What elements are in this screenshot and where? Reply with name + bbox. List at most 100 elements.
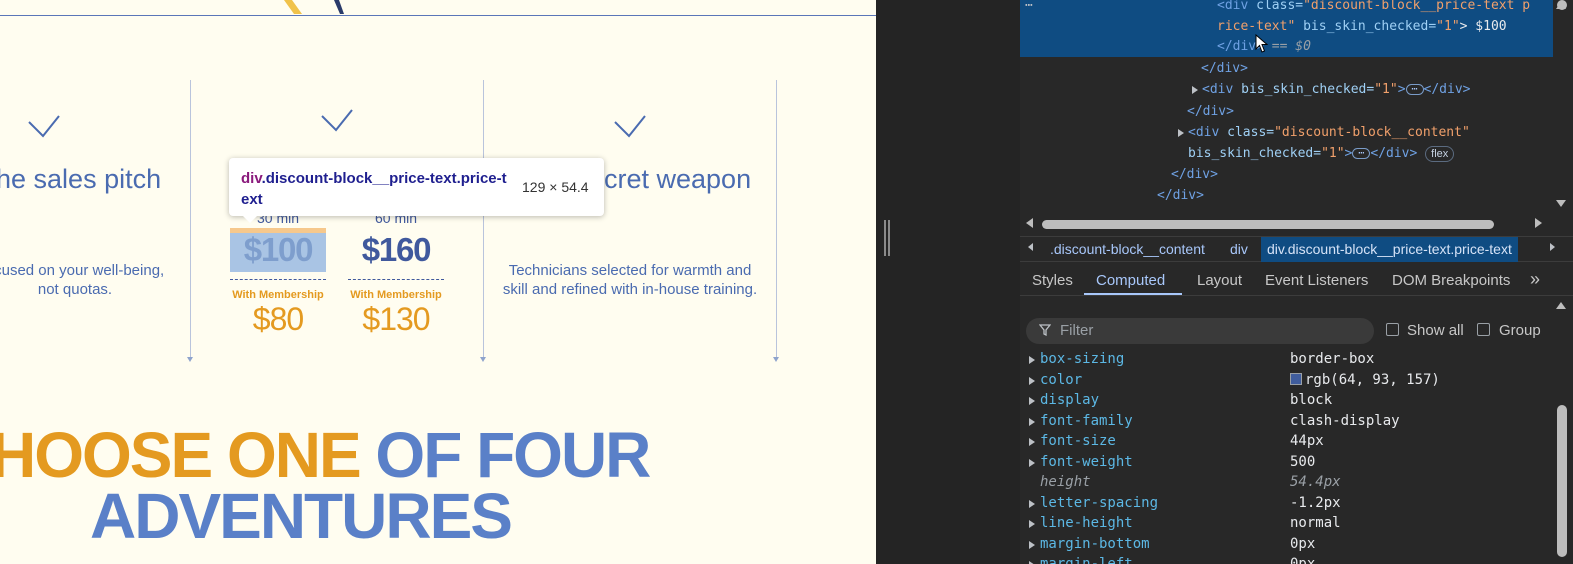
property-name: font-weight xyxy=(1040,453,1133,470)
breadcrumb: .discount-block__content div div.discoun… xyxy=(1020,236,1573,262)
property-value: rgb(64, 93, 157) xyxy=(1290,372,1440,388)
computed-property-row[interactable]: letter-spacing -1.2px xyxy=(1020,493,1553,514)
property-value: 54.4px xyxy=(1290,474,1341,490)
scrollbar-thumb[interactable] xyxy=(1557,405,1567,557)
computed-property-row[interactable]: margin-left 0px xyxy=(1020,554,1553,564)
active-tab-indicator xyxy=(1084,293,1182,295)
panel-gutter xyxy=(876,0,1020,564)
scroll-up-icon[interactable] xyxy=(1556,2,1566,9)
breadcrumb-left-icon[interactable] xyxy=(1028,243,1033,251)
filter-input[interactable]: Filter xyxy=(1026,318,1374,344)
tooltip-tag: div xyxy=(241,170,262,187)
computed-property-row[interactable]: color rgb(64, 93, 157) xyxy=(1020,370,1553,391)
computed-property-row[interactable]: margin-bottom 0px xyxy=(1020,534,1553,555)
expand-triangle-icon[interactable] xyxy=(1029,438,1035,446)
column-divider xyxy=(187,80,193,362)
expand-triangle-icon[interactable] xyxy=(1029,397,1035,405)
property-name: font-family xyxy=(1040,412,1133,429)
color-swatch[interactable] xyxy=(1290,372,1302,385)
flex-badge[interactable]: flex xyxy=(1425,146,1455,162)
price-text: $160 xyxy=(361,231,432,268)
expand-triangle-icon[interactable] xyxy=(1029,417,1035,426)
inspector-tooltip: div.discount-block__price-text.price-tex… xyxy=(229,158,604,223)
computed-property-row[interactable]: display block xyxy=(1020,390,1553,411)
node-actions-icon[interactable]: ⋯ xyxy=(1025,0,1033,16)
devtools-panel: ⋯ <div class="discount-block__price-text… xyxy=(1020,0,1573,564)
membership-price: $130 xyxy=(362,301,430,337)
column-text: ocused on your well-being, not quotas. xyxy=(0,261,190,299)
scrollbar-thumb[interactable] xyxy=(1042,220,1494,229)
expand-triangle-icon[interactable] xyxy=(1029,520,1035,528)
dom-node-selected[interactable]: <div class="discount-block__price-text p xyxy=(1217,0,1530,16)
breadcrumb-item[interactable]: div xyxy=(1230,241,1248,257)
group-checkbox[interactable] xyxy=(1477,323,1490,336)
expand-triangle-icon[interactable] xyxy=(1029,540,1035,549)
breadcrumb-item-active[interactable]: div.discount-block__price-text.price-tex… xyxy=(1261,237,1518,262)
property-name: box-sizing xyxy=(1040,351,1125,367)
check-icon xyxy=(321,109,353,132)
computed-property-row[interactable]: box-sizing border-box xyxy=(1020,349,1553,370)
filter-icon xyxy=(1039,324,1051,336)
property-name: display xyxy=(1040,392,1100,408)
show-all-checkbox[interactable] xyxy=(1386,323,1399,336)
dom-node-close[interactable]: </div> xyxy=(1201,59,1248,79)
dom-node-close[interactable]: </div> xyxy=(1157,186,1204,206)
breadcrumb-right-icon[interactable] xyxy=(1550,243,1555,251)
tab-layout[interactable]: Layout xyxy=(1197,272,1242,289)
scroll-down-icon[interactable] xyxy=(1556,200,1566,207)
property-value: 0px xyxy=(1290,535,1316,552)
computed-property-row[interactable]: font-family clash-display xyxy=(1020,411,1553,432)
column-text-line: skill and refined with in-house training… xyxy=(502,281,758,298)
elements-tree[interactable]: ⋯ <div class="discount-block__price-text… xyxy=(1020,0,1553,216)
computed-properties-list: box-sizing border-box color rgb(64, 93, 157… xyxy=(1020,348,1553,564)
computed-property-row[interactable]: line-height normal xyxy=(1020,513,1553,534)
expand-triangle-icon[interactable] xyxy=(1178,128,1184,137)
expand-triangle-icon[interactable] xyxy=(1029,458,1035,467)
dom-node-close[interactable]: </div> xyxy=(1171,165,1218,185)
dom-node[interactable]: <div class="discount-block__content" xyxy=(1178,123,1470,143)
scroll-right-icon[interactable] xyxy=(1535,218,1542,228)
scroll-left-icon[interactable] xyxy=(1026,218,1033,228)
property-value: clash-display xyxy=(1290,412,1400,429)
property-name: color xyxy=(1040,371,1083,388)
dom-node-close[interactable]: </div> xyxy=(1187,102,1234,122)
expand-triangle-icon[interactable] xyxy=(1029,376,1035,385)
tab-dom-breakpoints[interactable]: DOM Breakpoints xyxy=(1392,272,1510,289)
expand-triangle-icon[interactable] xyxy=(1192,85,1198,94)
column-title: he sales pitch xyxy=(0,164,162,194)
column-title: cret weapon xyxy=(604,164,752,194)
section-headline-line2: ADVENTURES xyxy=(90,480,513,552)
tooltip-selector: div.discount-block__price-text.price-tex… xyxy=(241,168,509,210)
check-icon xyxy=(614,115,646,138)
column-text: Technicians selected for warmth and skil… xyxy=(490,261,770,299)
property-value: border-box xyxy=(1290,351,1375,367)
computed-property-row[interactable]: height 54.4px xyxy=(1020,472,1553,493)
property-name: font-size xyxy=(1040,433,1116,449)
scroll-up-icon[interactable] xyxy=(1556,302,1566,309)
column-divider xyxy=(480,80,486,362)
expand-triangle-icon[interactable] xyxy=(1029,499,1035,508)
more-tabs-icon[interactable]: » xyxy=(1530,269,1540,290)
computed-property-row[interactable]: font-size 44px xyxy=(1020,431,1553,452)
padding-highlight xyxy=(230,228,326,233)
computed-property-row[interactable]: font-weight 500 xyxy=(1020,452,1553,473)
property-value: -1.2px xyxy=(1290,494,1341,511)
tab-styles[interactable]: Styles xyxy=(1032,272,1073,289)
ellipsis-icon[interactable]: ⋯ xyxy=(1405,84,1424,95)
computed-filter-bar: Filter Show all Group xyxy=(1020,314,1573,348)
breadcrumb-item[interactable]: .discount-block__content xyxy=(1050,241,1205,257)
elements-vertical-scrollbar[interactable] xyxy=(1553,0,1573,216)
dom-node[interactable]: <div bis_skin_checked="1"> ⋯ </div> xyxy=(1192,80,1470,100)
group-label: Group xyxy=(1499,322,1541,339)
tab-computed[interactable]: Computed xyxy=(1096,272,1165,289)
membership-price: $80 xyxy=(252,301,304,337)
panel-resize-handle[interactable] xyxy=(884,220,890,256)
tab-event-listeners[interactable]: Event Listeners xyxy=(1265,272,1368,289)
show-all-label: Show all xyxy=(1407,322,1464,339)
expand-triangle-icon[interactable] xyxy=(1029,356,1035,364)
property-value: normal xyxy=(1290,515,1341,531)
mouse-cursor-icon xyxy=(1255,34,1269,53)
dom-node-cont[interactable]: bis_skin_checked="1"> ⋯ </div> flex xyxy=(1188,144,1455,164)
price-text-selected[interactable]: $100 xyxy=(230,228,326,272)
ellipsis-icon[interactable]: ⋯ xyxy=(1352,148,1371,159)
